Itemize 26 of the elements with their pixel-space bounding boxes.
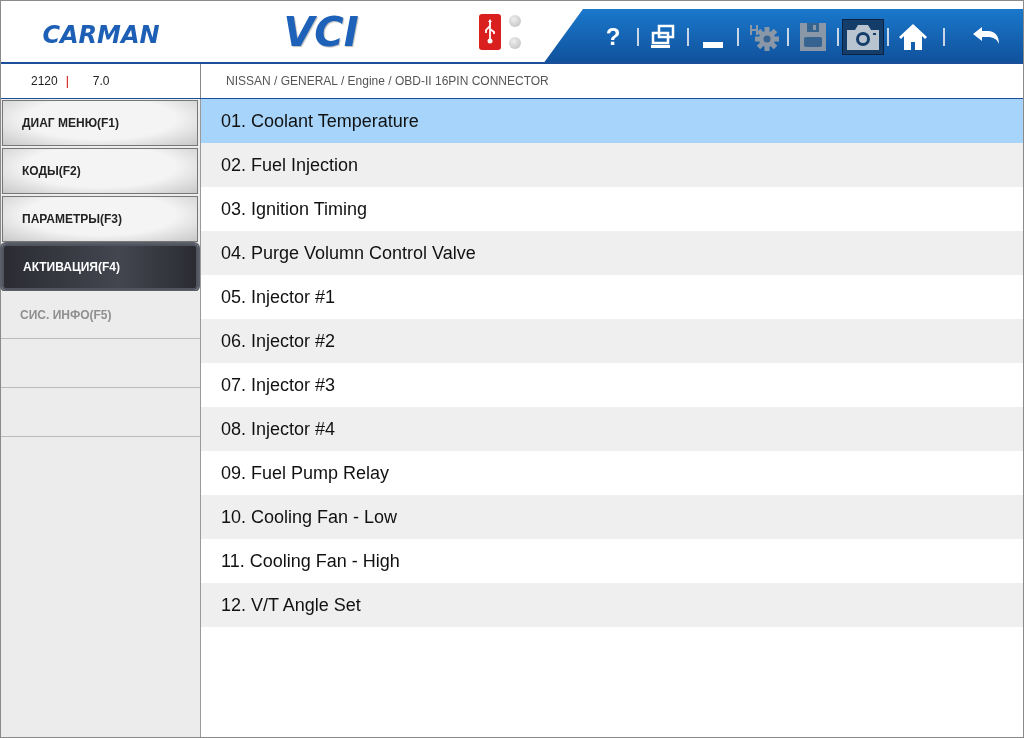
help-button[interactable]: ?	[592, 18, 634, 55]
status-led	[509, 14, 521, 27]
list-item[interactable]: 01. Coolant Temperature	[201, 99, 1023, 143]
list-item[interactable]: 04. Purge Volumn Control Valve	[201, 231, 1023, 275]
menu-button[interactable]: ПАРАМЕТРЫ(F3)	[2, 196, 198, 242]
list-item[interactable]: 10. Cooling Fan - Low	[201, 495, 1023, 539]
status-led	[509, 36, 521, 49]
menu-button[interactable]: ДИАГ МЕНЮ(F1)	[2, 100, 198, 146]
code-text: 2120	[31, 74, 58, 88]
camera-button[interactable]	[842, 18, 884, 55]
version-text: 7.0	[92, 74, 110, 88]
home-icon	[898, 22, 928, 51]
usb-icon	[479, 13, 501, 50]
camera-icon	[847, 23, 879, 50]
list-item[interactable]: 06. Injector #2	[201, 319, 1023, 363]
carman-logo: CARMAN	[41, 19, 161, 49]
minimize-icon	[703, 41, 723, 48]
breadcrumb: NISSAN / GENERAL / Engine / OBD-II 16PIN CONNECTOR	[226, 74, 549, 88]
menu-button[interactable]: КОДЫ(F2)	[2, 148, 198, 194]
menu-button[interactable]: АКТИВАЦИЯ(F4)	[2, 244, 198, 290]
windows-icon	[650, 23, 676, 50]
list-item[interactable]: 02. Fuel Injection	[201, 143, 1023, 187]
separator-text: |	[65, 74, 69, 88]
list-item[interactable]: 08. Injector #4	[201, 407, 1023, 451]
list-item[interactable]: 12. V/T Angle Set	[201, 583, 1023, 627]
vci-logo: VCI	[282, 8, 360, 55]
